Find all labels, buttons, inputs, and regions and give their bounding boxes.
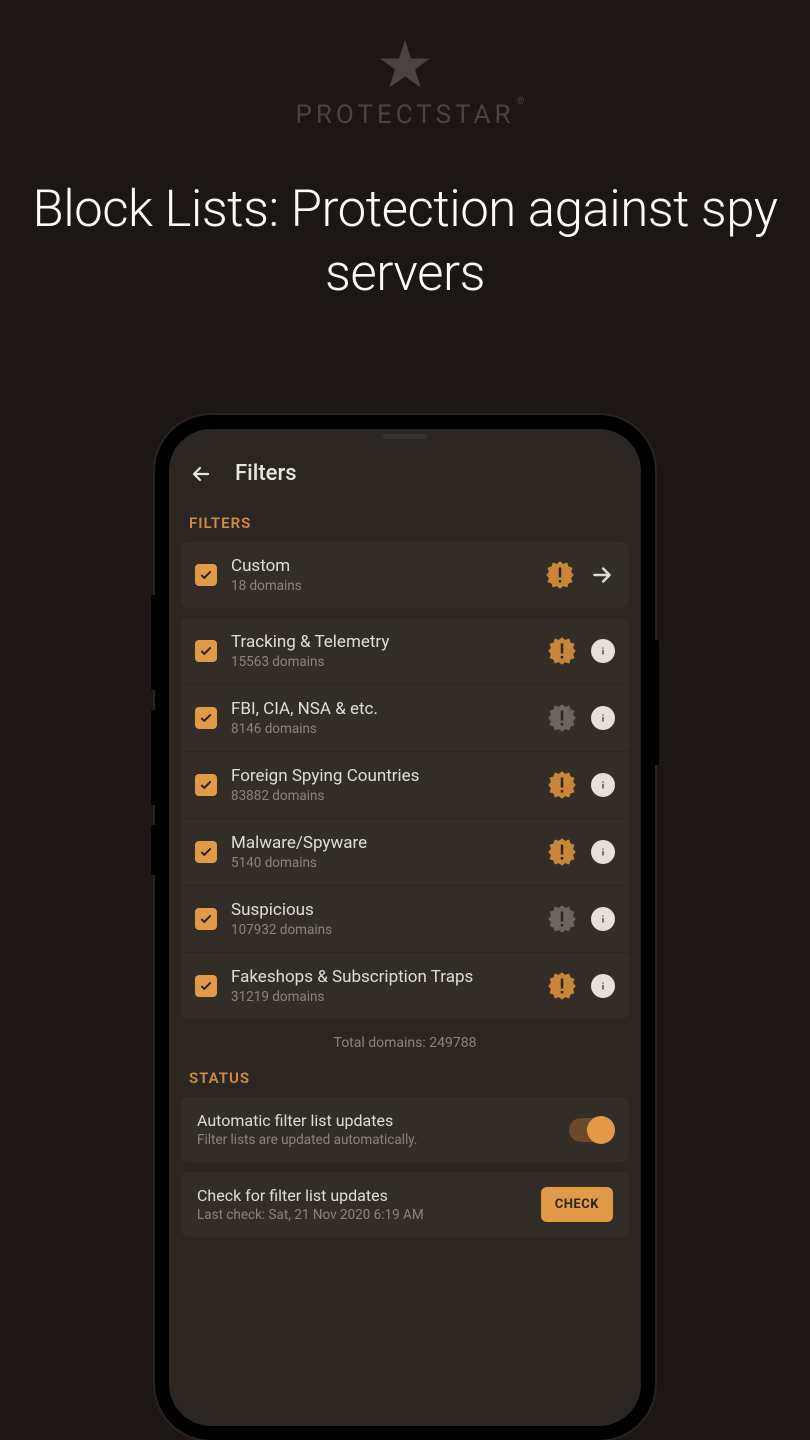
checkbox-icon[interactable] xyxy=(195,564,217,586)
back-arrow-icon[interactable] xyxy=(189,462,213,486)
app-title: Filters xyxy=(235,461,297,486)
brand-name: PROTECTSTAR® xyxy=(295,100,514,130)
app-screen: Filters FILTERS Custom 18 domains xyxy=(169,429,641,1426)
check-update-sub: Last check: Sat, 21 Nov 2020 6:19 AM xyxy=(197,1207,527,1223)
filter-group: Tracking & Telemetry 15563 domains FBI, … xyxy=(181,618,629,1019)
info-icon[interactable] xyxy=(591,907,615,931)
filter-row-agencies[interactable]: FBI, CIA, NSA & etc. 8146 domains xyxy=(181,685,629,752)
alert-badge-icon xyxy=(547,636,577,666)
filter-name: Malware/Spyware xyxy=(231,833,533,853)
filter-row-fakeshops[interactable]: Fakeshops & Subscription Traps 31219 dom… xyxy=(181,953,629,1019)
alert-badge-icon xyxy=(545,560,575,590)
info-icon[interactable] xyxy=(591,840,615,864)
filter-name: Suspicious xyxy=(231,900,533,920)
chevron-right-icon[interactable] xyxy=(589,562,615,588)
check-button[interactable]: CHECK xyxy=(541,1187,613,1222)
filter-domains: 15563 domains xyxy=(231,654,533,670)
checkbox-icon[interactable] xyxy=(195,908,217,930)
phone-mockup: Filters FILTERS Custom 18 domains xyxy=(155,415,655,1440)
checkbox-icon[interactable] xyxy=(195,774,217,796)
info-icon[interactable] xyxy=(591,639,615,663)
filters-section-label: FILTERS xyxy=(169,500,641,542)
filter-domains: 107932 domains xyxy=(231,922,533,938)
auto-update-row[interactable]: Automatic filter list updates Filter lis… xyxy=(181,1097,629,1162)
filter-domains: 83882 domains xyxy=(231,788,533,804)
filter-name: Foreign Spying Countries xyxy=(231,766,533,786)
filter-domains: 18 domains xyxy=(231,578,531,594)
status-section-label: STATUS xyxy=(169,1055,641,1097)
page-headline: Block Lists: Protection against spy serv… xyxy=(0,178,810,306)
filter-row-tracking[interactable]: Tracking & Telemetry 15563 domains xyxy=(181,618,629,685)
checkbox-icon[interactable] xyxy=(195,707,217,729)
total-domains: Total domains: 249788 xyxy=(169,1029,641,1055)
info-icon[interactable] xyxy=(591,706,615,730)
filter-custom-card[interactable]: Custom 18 domains xyxy=(181,542,629,608)
checkbox-icon[interactable] xyxy=(195,975,217,997)
alert-badge-icon xyxy=(547,904,577,934)
filter-name: FBI, CIA, NSA & etc. xyxy=(231,699,533,719)
toggle-switch[interactable] xyxy=(569,1118,613,1142)
filter-domains: 31219 domains xyxy=(231,989,533,1005)
alert-badge-icon xyxy=(547,971,577,1001)
filter-row-malware[interactable]: Malware/Spyware 5140 domains xyxy=(181,819,629,886)
alert-badge-icon xyxy=(547,837,577,867)
filter-domains: 5140 domains xyxy=(231,855,533,871)
app-header: Filters xyxy=(169,451,641,500)
info-icon[interactable] xyxy=(591,773,615,797)
alert-badge-icon xyxy=(547,703,577,733)
brand-header: PROTECTSTAR® xyxy=(0,0,810,130)
checkbox-icon[interactable] xyxy=(195,640,217,662)
alert-badge-icon xyxy=(547,770,577,800)
filter-name: Fakeshops & Subscription Traps xyxy=(231,967,533,987)
filter-name: Tracking & Telemetry xyxy=(231,632,533,652)
check-update-title: Check for filter list updates xyxy=(197,1186,527,1205)
filter-name: Custom xyxy=(231,556,531,576)
auto-update-sub: Filter lists are updated automatically. xyxy=(197,1132,555,1148)
check-update-row: Check for filter list updates Last check… xyxy=(181,1172,629,1237)
filter-row-suspicious[interactable]: Suspicious 107932 domains xyxy=(181,886,629,953)
phone-speaker xyxy=(383,434,428,439)
auto-update-title: Automatic filter list updates xyxy=(197,1111,555,1130)
star-icon xyxy=(375,35,435,95)
filter-domains: 8146 domains xyxy=(231,721,533,737)
info-icon[interactable] xyxy=(591,974,615,998)
checkbox-icon[interactable] xyxy=(195,841,217,863)
filter-row-foreign[interactable]: Foreign Spying Countries 83882 domains xyxy=(181,752,629,819)
